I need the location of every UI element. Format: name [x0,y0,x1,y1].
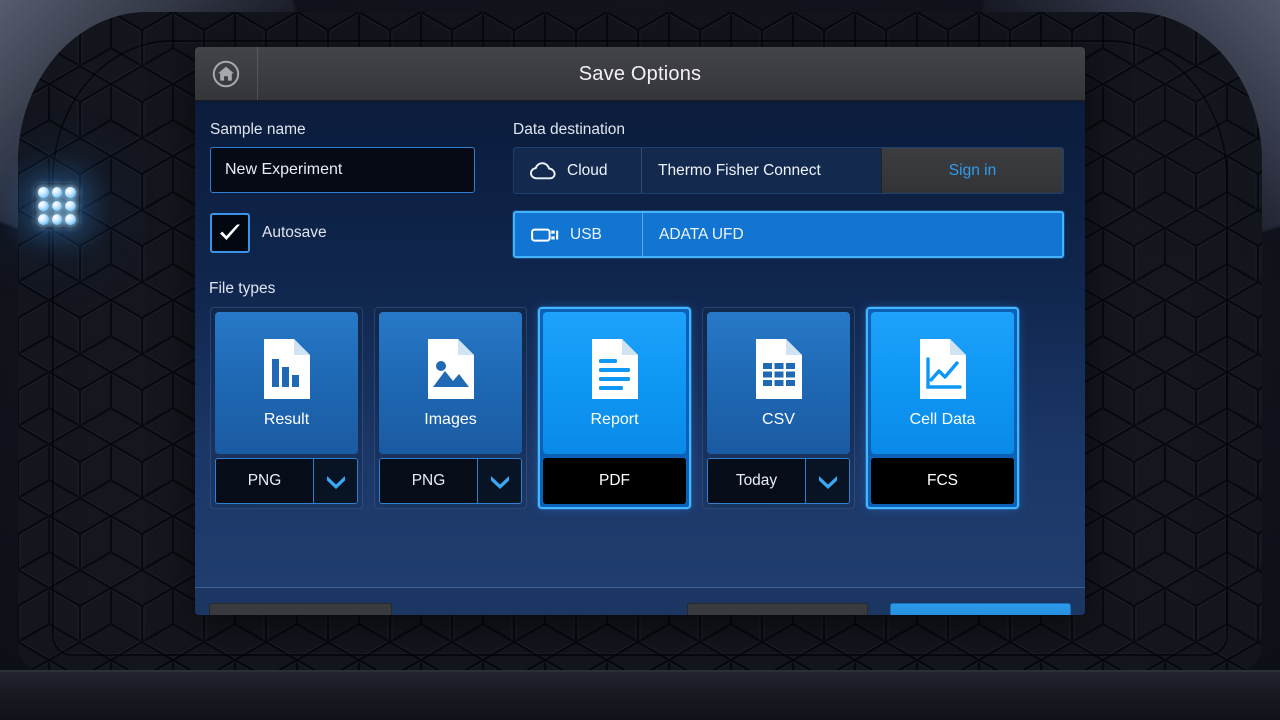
cloud-type-label: Cloud [567,162,608,180]
led-dot [52,201,63,212]
tile-footer: PNG [215,458,358,504]
tile-caption: Result [264,411,309,429]
led-dot [52,187,63,198]
tile-caption: CSV [762,411,795,429]
sample-name-section: Sample name New Experiment Autosave [209,121,503,258]
led-dot [65,187,76,198]
chevron-down-icon [816,473,840,489]
tile-footer: FCS [871,458,1014,504]
data-destination-label: Data destination [513,121,1071,139]
sample-name-label: Sample name [210,121,503,139]
tile-caption: Report [590,411,638,429]
tile-footer: PNG [379,458,522,504]
network-settings-button[interactable]: Network settings [209,603,392,615]
led-dot [38,201,49,212]
document-chart-icon [258,337,316,401]
cancel-button[interactable]: Cancel [687,603,868,615]
tile-icon-area: Report [543,312,686,454]
tile-icon-area: Images [379,312,522,454]
chevron-down-icon [488,473,512,489]
cloud-type-cell: Cloud [514,148,642,193]
led-dot [52,214,63,225]
file-types-label: File types [209,280,1071,298]
tile-format-dropdown[interactable] [313,459,357,503]
tile-format-value[interactable]: PDF [543,458,686,504]
dialog-body: Sample name New Experiment Autosave Data… [195,101,1085,587]
autosave-label: Autosave [262,224,327,242]
autosave-checkbox[interactable] [210,213,250,253]
dialog-header: Save Options [195,47,1085,101]
dialog-title: Save Options [258,63,1022,86]
usb-device-name: ADATA UFD [643,213,1062,256]
tile-footer: Today [707,458,850,504]
status-led-grid [34,183,80,229]
file-type-tile-result[interactable]: Result PNG [210,307,363,509]
tile-format-value[interactable]: PNG [380,459,477,503]
led-dot [38,214,49,225]
home-icon [211,59,241,89]
chevron-down-icon [324,473,348,489]
led-dot [65,214,76,225]
document-table-icon [750,337,808,401]
tile-format-value[interactable]: FCS [871,458,1014,504]
device-base [0,670,1280,720]
file-type-tile-report[interactable]: Report PDF [538,307,691,509]
tile-caption: Images [424,411,476,429]
tile-format-dropdown[interactable] [805,459,849,503]
file-type-tile-cell-data[interactable]: Cell Data FCS [866,307,1019,509]
home-button[interactable] [195,47,258,101]
document-text-icon [586,337,644,401]
save-options-dialog: Save Options Sample name New Experiment … [195,47,1085,615]
usb-icon [531,226,559,244]
autosave-row: Autosave [210,213,503,253]
cloud-service-name: Thermo Fisher Connect [642,148,881,193]
tile-icon-area: Result [215,312,358,454]
sample-name-input[interactable]: New Experiment [210,147,475,193]
document-graph-icon [914,337,972,401]
destination-row-usb[interactable]: USB ADATA UFD [513,211,1064,258]
sign-in-button[interactable]: Sign in [881,148,1063,193]
usb-type-label: USB [570,226,602,244]
file-type-tiles: Result PNG [209,307,1071,509]
tile-format-value[interactable]: PNG [216,459,313,503]
cloud-icon [530,162,556,180]
document-image-icon [422,337,480,401]
file-type-tile-csv[interactable]: CSV Today [702,307,855,509]
data-destination-section: Data destination Cloud Thermo Fisher Con… [503,121,1071,258]
tile-icon-area: Cell Data [871,312,1014,454]
tile-caption: Cell Data [910,411,976,429]
file-type-tile-images[interactable]: Images PNG [374,307,527,509]
destination-row-cloud[interactable]: Cloud Thermo Fisher Connect Sign in [513,147,1064,194]
checkmark-icon [216,219,244,247]
dialog-footer: Network settings Cancel Apply [195,587,1085,615]
led-dot [38,187,49,198]
led-dot [65,201,76,212]
usb-type-cell: USB [515,213,643,256]
tile-footer: PDF [543,458,686,504]
apply-button[interactable]: Apply [890,603,1071,615]
tile-format-dropdown[interactable] [477,459,521,503]
tile-format-value[interactable]: Today [708,459,805,503]
tile-icon-area: CSV [707,312,850,454]
